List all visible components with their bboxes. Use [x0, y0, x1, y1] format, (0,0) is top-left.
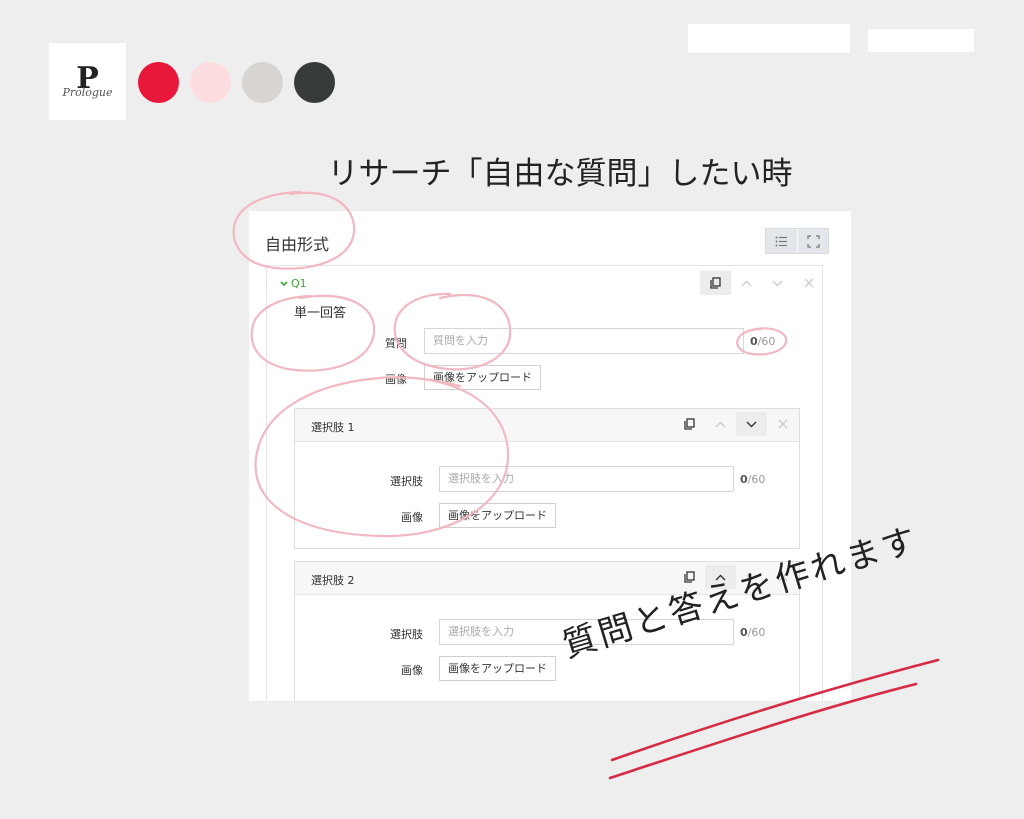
question-image-label: 画像 [385, 373, 407, 386]
move-up-button[interactable] [731, 271, 762, 295]
question-counter-current: 0 [750, 335, 758, 348]
choice-2-char-counter: 0/60 [740, 626, 765, 639]
choice-actions-1 [674, 412, 798, 436]
move-up-choice-1-button[interactable] [705, 412, 736, 436]
panel-toolbar [765, 228, 829, 254]
chevron-down-icon [746, 421, 757, 427]
move-down-button[interactable] [762, 271, 793, 295]
chevron-up-icon [715, 421, 726, 427]
choice-1-counter-max: /60 [747, 473, 766, 486]
copy-question-button[interactable] [700, 271, 731, 295]
brand-logo: P Prologue [49, 43, 126, 120]
move-down-choice-1-button[interactable] [736, 412, 767, 436]
question-type: 単一回答 [294, 306, 347, 321]
color-swatch-red [138, 62, 179, 103]
fullscreen-button[interactable] [797, 229, 828, 253]
blank-placeholder-1 [688, 24, 850, 53]
color-swatch-charcoal [294, 62, 335, 103]
panel-title: 自由形式 [265, 235, 330, 254]
close-icon [804, 278, 813, 288]
choice-1-image-label: 画像 [401, 511, 423, 524]
blank-placeholder-2 [868, 29, 974, 52]
delete-question-button[interactable] [793, 271, 824, 295]
choice-2-upload-button[interactable]: 画像をアップロード [439, 656, 556, 681]
question-counter-max: /60 [757, 335, 776, 348]
chevron-up-icon [741, 280, 752, 286]
choice-2-counter-current: 0 [740, 626, 748, 639]
choice-1-upload-button[interactable]: 画像をアップロード [439, 503, 556, 528]
choice-1-char-counter: 0/60 [740, 473, 765, 486]
color-swatch-pink [190, 62, 231, 103]
choice-1-field-label: 選択肢 [390, 475, 423, 488]
form-panel: 自由形式 Q1 単一回答 質問 質問を入力 0/60 画像 画像をアップロード … [249, 211, 851, 701]
choice-title-2: 選択肢 2 [311, 574, 355, 587]
color-swatch-gray [242, 62, 283, 103]
copy-icon [684, 418, 695, 430]
question-toggle[interactable]: Q1 [280, 277, 307, 290]
choice-1-counter-current: 0 [740, 473, 748, 486]
question-field-label: 質問 [385, 337, 407, 350]
choice-title-1: 選択肢 1 [311, 421, 355, 434]
question-actions [700, 271, 824, 295]
list-view-button[interactable] [766, 229, 797, 253]
question-char-counter: 0/60 [750, 335, 775, 348]
question-number: Q1 [291, 277, 307, 290]
copy-icon [710, 277, 721, 289]
choice-2-field-label: 選択肢 [390, 628, 423, 641]
choice-1-input[interactable]: 選択肢を入力 [439, 466, 734, 492]
delete-choice-1-button[interactable] [767, 412, 798, 436]
choice-2-counter-max: /60 [747, 626, 766, 639]
question-card: Q1 単一回答 質問 質問を入力 0/60 画像 画像をアップロード 選択肢 1… [266, 265, 823, 701]
choice-card-1: 選択肢 1 選択肢 選択肢を入力 0/60 画像 画像をアップロード [294, 408, 800, 549]
list-icon [775, 236, 787, 246]
logo-script: Prologue [62, 86, 113, 99]
close-icon [778, 419, 787, 429]
fullscreen-icon [806, 234, 820, 248]
chevron-down-icon [280, 280, 288, 286]
choice-2-image-label: 画像 [401, 664, 423, 677]
chevron-down-icon [772, 280, 783, 286]
copy-choice-1-button[interactable] [674, 412, 705, 436]
question-upload-button[interactable]: 画像をアップロード [424, 365, 541, 390]
question-input[interactable]: 質問を入力 [424, 328, 744, 354]
page-headline: リサーチ「自由な質問」したい時 [327, 156, 793, 192]
choice-header-1: 選択肢 1 [295, 409, 799, 442]
